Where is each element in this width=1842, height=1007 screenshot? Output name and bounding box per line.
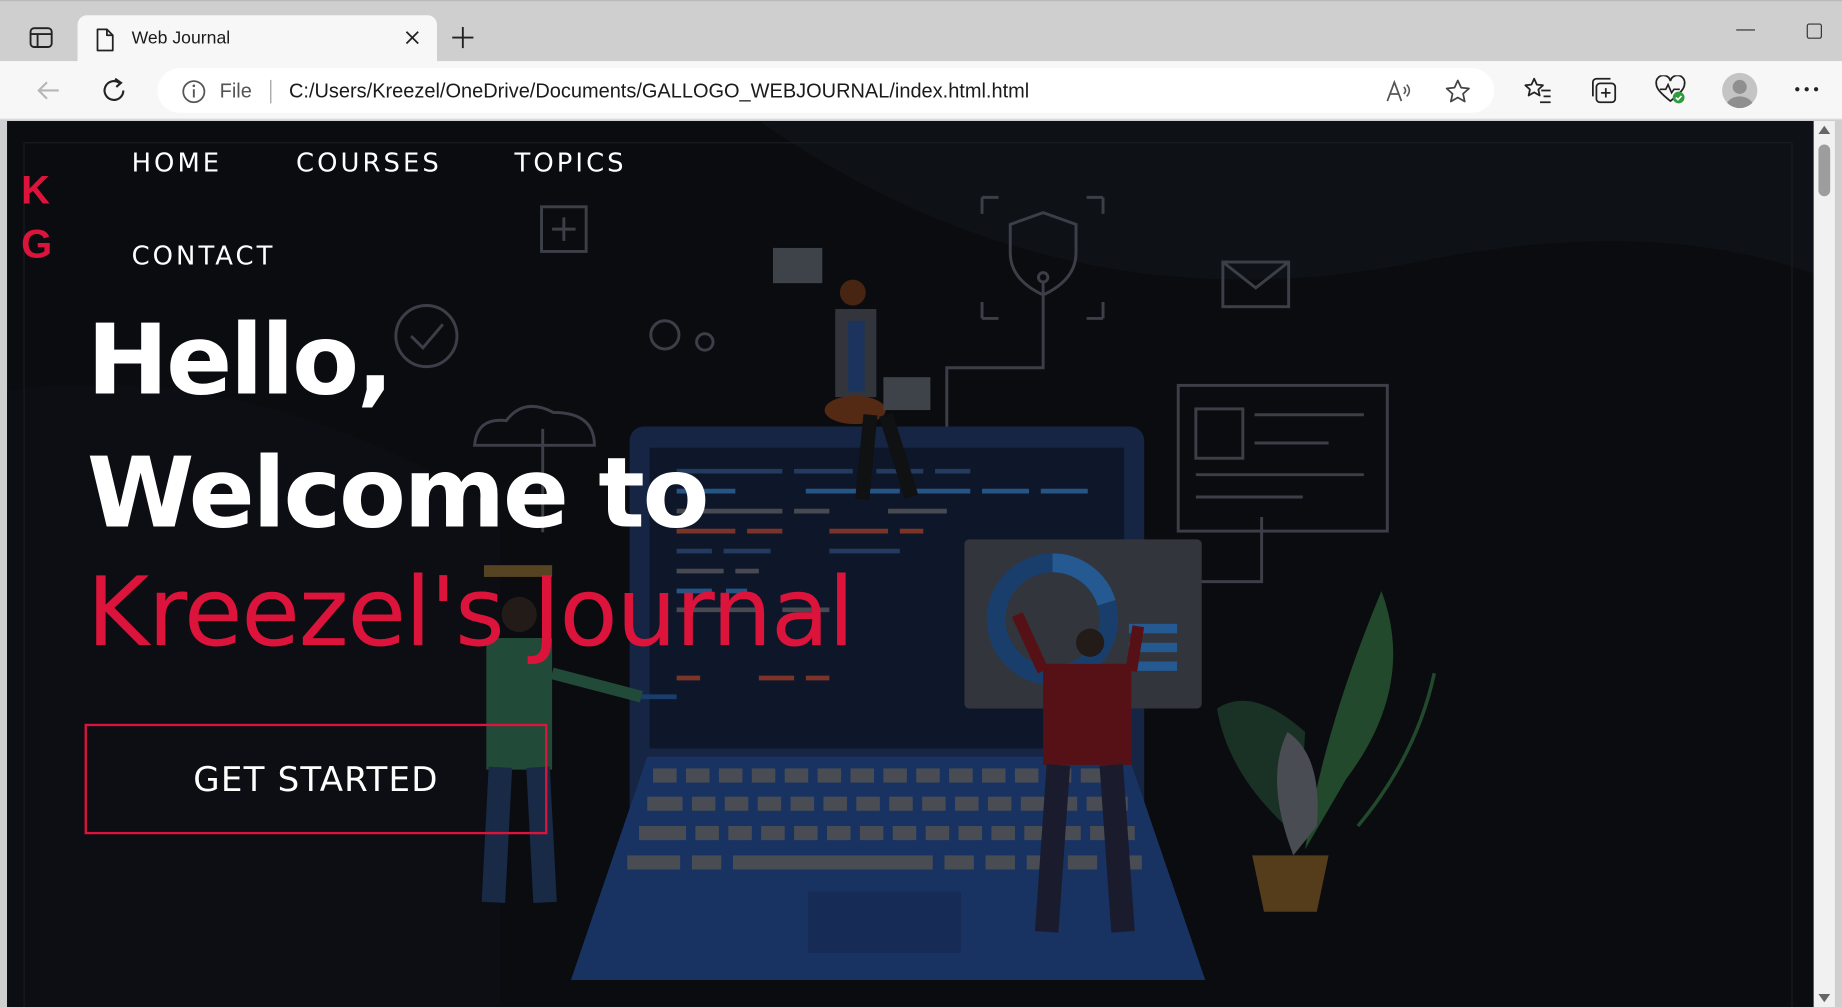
plus-icon[interactable] — [449, 24, 477, 58]
scroll-up-icon[interactable] — [1818, 125, 1831, 134]
url-text[interactable]: C:/Users/Kreezel/OneDrive/Documents/GALL… — [289, 80, 1029, 104]
close-icon[interactable] — [402, 27, 423, 54]
browser-toolbar: File C:/Users/Kreezel/OneDrive/Documents… — [0, 61, 1842, 120]
more-icon[interactable] — [1793, 75, 1821, 109]
hero-journal-name: Kreezel's Journal — [86, 558, 855, 669]
hero-welcome: Welcome to — [86, 435, 710, 550]
profile-icon[interactable] — [1722, 72, 1758, 109]
tab-title: Web Journal — [131, 28, 231, 49]
favorites-icon[interactable] — [1522, 75, 1553, 111]
read-aloud-icon[interactable] — [1385, 79, 1413, 111]
minimize-button[interactable] — [1736, 29, 1756, 31]
hero-greeting: Hello, — [86, 303, 394, 418]
back-arrow-icon[interactable] — [33, 75, 64, 111]
document-icon — [94, 28, 115, 57]
address-separator — [270, 79, 272, 104]
collections-icon[interactable] — [1588, 75, 1619, 111]
address-scheme: File — [219, 79, 252, 103]
maximize-button[interactable] — [1806, 23, 1822, 39]
scroll-down-icon[interactable] — [1818, 994, 1831, 1003]
nav-topics[interactable]: TOPICS — [515, 149, 627, 178]
nav-contact[interactable]: CONTACT — [132, 242, 276, 271]
sidebar-toggle-icon[interactable] — [26, 22, 57, 53]
page-scrollbar[interactable] — [1813, 121, 1835, 1007]
browser-tab[interactable]: Web Journal — [77, 15, 437, 63]
star-icon[interactable] — [1444, 78, 1472, 112]
info-icon[interactable] — [181, 79, 207, 111]
logo-letter-k: K — [21, 168, 50, 213]
scroll-thumb[interactable] — [1818, 144, 1831, 197]
nav-courses[interactable]: COURSES — [296, 149, 442, 178]
logo-letter-g: G — [21, 222, 53, 267]
page-viewport: K G HOME COURSES TOPICS CONTACT Hello, W… — [7, 121, 1814, 1007]
nav-home[interactable]: HOME — [132, 149, 223, 178]
browser-tab-strip: Web Journal — [0, 0, 1842, 63]
address-bar[interactable]: File C:/Users/Kreezel/OneDrive/Documents… — [157, 68, 1495, 113]
browser-essentials-icon[interactable] — [1654, 74, 1687, 111]
refresh-icon[interactable] — [99, 75, 130, 111]
site-logo[interactable]: K G — [21, 163, 52, 271]
get-started-button[interactable]: GET STARTED — [84, 723, 548, 835]
